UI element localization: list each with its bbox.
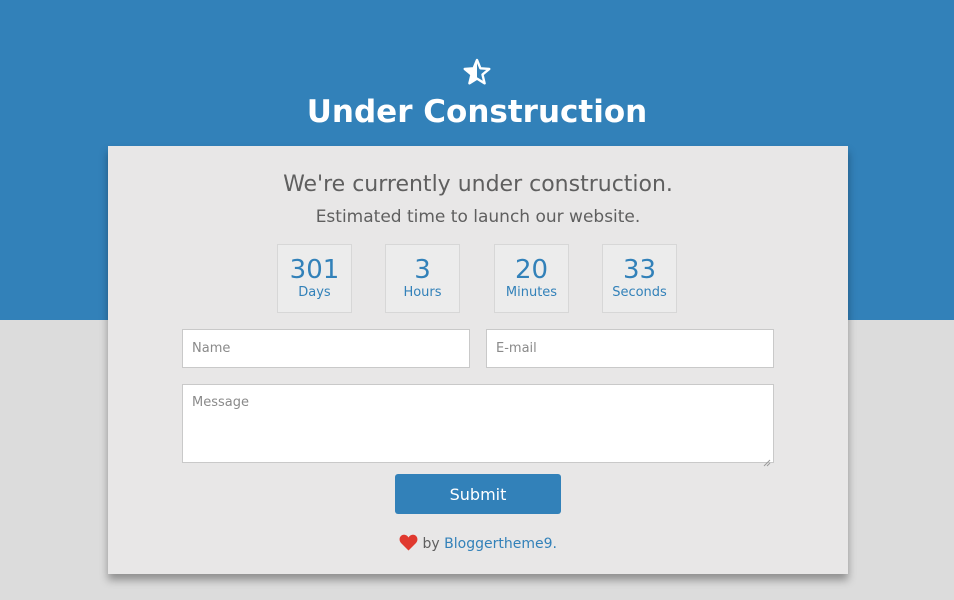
countdown-hours: 3 Hours [385,244,460,313]
countdown-unit: Days [298,285,331,300]
countdown-value: 20 [514,255,549,285]
countdown-value: 33 [622,255,657,285]
credit-link[interactable]: Bloggertheme9. [444,536,557,552]
credit-by-text: by [422,536,440,552]
countdown-value: 3 [414,255,431,285]
countdown-unit: Hours [403,285,442,300]
countdown-unit: Minutes [505,285,558,300]
message-field[interactable] [182,384,774,463]
countdown-days: 301 Days [277,244,352,313]
footer-credit: by Bloggertheme9. [108,534,848,552]
star-icon [463,58,491,86]
countdown-value: 301 [289,255,340,285]
content-card: We're currently under construction. Esti… [108,146,848,574]
card-heading: We're currently under construction. [283,172,673,197]
resize-grip-icon[interactable] [762,452,771,467]
countdown-minutes: 20 Minutes [494,244,569,313]
page-title: Under Construction [306,94,648,130]
countdown-unit: Seconds [612,285,667,300]
countdown-seconds: 33 Seconds [602,244,677,313]
email-field[interactable] [486,329,774,368]
name-field[interactable] [182,329,470,368]
heart-icon [399,534,418,551]
card-subheading: Estimated time to launch our website. [315,207,641,227]
submit-button[interactable]: Submit [395,474,561,514]
page-header: Under Construction [0,58,954,130]
